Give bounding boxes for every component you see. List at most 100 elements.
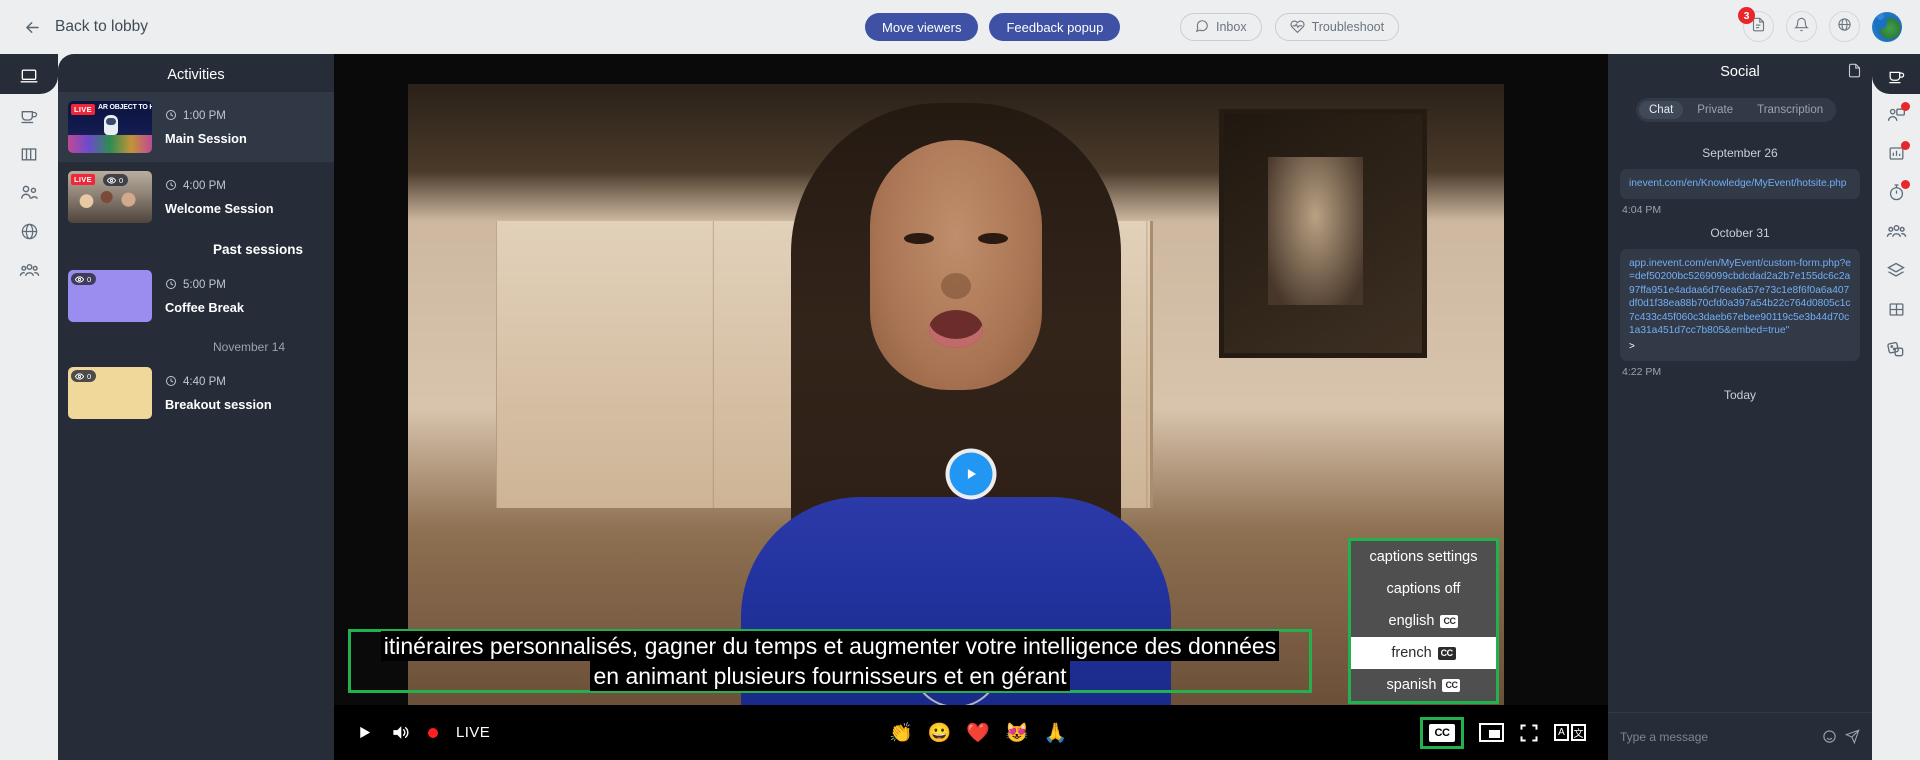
reaction-clap-icon[interactable]: 👏 xyxy=(889,721,913,745)
astronaut-graphic xyxy=(104,115,118,135)
captions-menu-item-spanish[interactable]: spanish CC xyxy=(1351,669,1496,701)
sidebar-item-networking[interactable] xyxy=(0,95,58,134)
rail-item-layers[interactable] xyxy=(1872,251,1920,290)
rail-item-grid[interactable] xyxy=(1872,290,1920,329)
rail-item-networking[interactable] xyxy=(1872,54,1920,95)
volume-icon[interactable] xyxy=(391,723,410,742)
inbox-label: Inbox xyxy=(1216,20,1247,34)
grid-icon xyxy=(1889,303,1903,316)
help-button[interactable] xyxy=(1829,11,1860,42)
sidebar-item-booths[interactable] xyxy=(0,134,58,173)
activity-row-welcome-session[interactable]: LIVE 0 4:00 PM Welcome Session xyxy=(58,162,334,232)
notes-badge: 3 xyxy=(1738,7,1755,24)
activity-time-line: 1:00 PM xyxy=(165,109,247,124)
speaker-eye-left xyxy=(904,232,935,244)
rail-item-attendees[interactable] xyxy=(1872,212,1920,251)
send-icon[interactable] xyxy=(1845,729,1860,744)
notifications-button[interactable] xyxy=(1786,11,1817,42)
clock-icon xyxy=(165,278,177,293)
chat-message[interactable]: inevent.com/en/Knowledge/MyEvent/hotsite… xyxy=(1620,169,1860,199)
play-icon[interactable] xyxy=(356,724,373,741)
globe-avatar-icon[interactable] xyxy=(1872,11,1902,42)
activity-thumbnail: 0 xyxy=(68,367,152,419)
live-indicator-dot xyxy=(428,727,438,738)
captions-menu-item-settings[interactable]: captions settings xyxy=(1351,541,1496,573)
move-viewers-button[interactable]: Move viewers xyxy=(865,13,979,41)
translate-char-cjk: 文 xyxy=(1571,724,1586,741)
rail-item-chat[interactable] xyxy=(1872,95,1920,134)
activity-row-breakout-session[interactable]: 0 4:40 PM Breakout session xyxy=(58,358,334,428)
activity-time: 4:40 PM xyxy=(183,376,226,388)
tab-chat[interactable]: Chat xyxy=(1639,101,1684,119)
notes-button[interactable]: 3 xyxy=(1738,7,1774,42)
clock-icon xyxy=(165,375,177,390)
rail-item-quiz[interactable] xyxy=(1872,173,1920,212)
play-circle-icon[interactable] xyxy=(949,452,993,496)
help-globe-icon xyxy=(1837,17,1852,37)
rail-item-games[interactable] xyxy=(1872,329,1920,368)
player-right-controls: CC A 文 xyxy=(1420,716,1586,749)
tab-private[interactable]: Private xyxy=(1687,101,1743,119)
reaction-heart-icon[interactable]: ❤️ xyxy=(966,721,990,745)
activity-row-coffee-break[interactable]: 0 5:00 PM Coffee Break xyxy=(58,261,334,331)
arrow-left-icon xyxy=(22,17,42,37)
feedback-popup-button[interactable]: Feedback popup xyxy=(989,13,1121,41)
social-panel: Social Chat Private Transcription Septem… xyxy=(1608,54,1872,760)
fullscreen-icon[interactable] xyxy=(1519,723,1539,743)
troubleshoot-button[interactable]: Troubleshoot xyxy=(1274,13,1400,41)
reaction-smile-icon[interactable]: 😀 xyxy=(928,721,952,745)
live-label: LIVE xyxy=(456,724,491,741)
activity-meta: 4:40 PM Breakout session xyxy=(165,375,272,412)
captions-menu-item-off[interactable]: captions off xyxy=(1351,573,1496,605)
chat-message[interactable]: app.inevent.com/en/MyEvent/custom-form.p… xyxy=(1620,248,1860,361)
activities-title: Activities xyxy=(167,67,225,83)
closed-caption-icon: CC xyxy=(1429,723,1455,742)
notification-dot xyxy=(1901,102,1910,111)
reaction-pray-icon[interactable]: 🙏 xyxy=(1044,721,1068,745)
captions-menu-item-french[interactable]: french CC xyxy=(1351,637,1496,669)
activity-time-line: 4:00 PM xyxy=(165,179,274,194)
closed-caption-button[interactable]: CC xyxy=(1420,716,1464,749)
sidebar-item-sponsors[interactable] xyxy=(0,212,58,251)
sidebar-item-sessions[interactable] xyxy=(0,54,58,95)
rail-item-polls[interactable] xyxy=(1872,134,1920,173)
picture-in-picture-icon[interactable] xyxy=(1479,723,1504,742)
coffee-cup-icon xyxy=(21,110,38,123)
games-icon xyxy=(1887,341,1904,356)
message-input[interactable] xyxy=(1620,729,1814,744)
chat-message-caret: > xyxy=(1629,340,1635,352)
caption-line-1: itinéraires personnalisés, gagner du tem… xyxy=(380,631,1280,661)
eye-icon xyxy=(107,176,116,184)
chat-date-separator: September 26 xyxy=(1702,146,1778,160)
captions-menu-label: spanish xyxy=(1386,677,1437,693)
wall-art xyxy=(1219,108,1428,359)
laptop-icon xyxy=(20,69,38,82)
chat-date-separator: October 31 xyxy=(1710,225,1770,240)
captions-menu-item-english[interactable]: english CC xyxy=(1351,605,1496,637)
closed-caption-icon: CC xyxy=(1437,646,1456,660)
reaction-cat-heart-eyes-icon[interactable]: 😻 xyxy=(1005,721,1029,745)
tab-transcription[interactable]: Transcription xyxy=(1747,101,1833,119)
viewers-badge: 0 xyxy=(103,174,129,186)
activity-row-main-session[interactable]: LIVE AR OBJECT TO HELP! 1:00 PM Main Ses… xyxy=(58,92,334,162)
top-action-buttons: Move viewers Feedback popup xyxy=(865,13,1121,41)
viewers-badge: 0 xyxy=(71,370,97,382)
translate-icon[interactable]: A 文 xyxy=(1554,724,1586,741)
activity-time: 1:00 PM xyxy=(183,110,226,122)
chat-message-list[interactable]: September 26 inevent.com/en/Knowledge/My… xyxy=(1608,122,1872,712)
troubleshoot-label: Troubleshoot xyxy=(1311,20,1385,34)
inbox-button[interactable]: Inbox xyxy=(1180,13,1262,41)
chat-composer xyxy=(1608,712,1872,760)
sidebar-item-attendees[interactable] xyxy=(0,251,58,290)
document-icon[interactable] xyxy=(1847,63,1862,83)
speaker-eye-right xyxy=(977,232,1008,244)
virtual-event-app: Back to lobby Move viewers Feedback popu… xyxy=(0,0,1920,760)
top-right-icons: 3 xyxy=(1738,7,1902,42)
caption-line-2: en animant plusieurs fournisseurs et en … xyxy=(590,661,1070,691)
sidebar-item-speakers[interactable] xyxy=(0,173,58,212)
emoji-icon[interactable] xyxy=(1822,729,1837,744)
top-utility-buttons: Inbox Troubleshoot xyxy=(1180,13,1400,41)
past-sessions-heading: Past sessions xyxy=(213,242,304,257)
activity-name: Welcome Session xyxy=(165,200,274,216)
back-to-lobby-button[interactable]: Back to lobby xyxy=(22,17,148,37)
